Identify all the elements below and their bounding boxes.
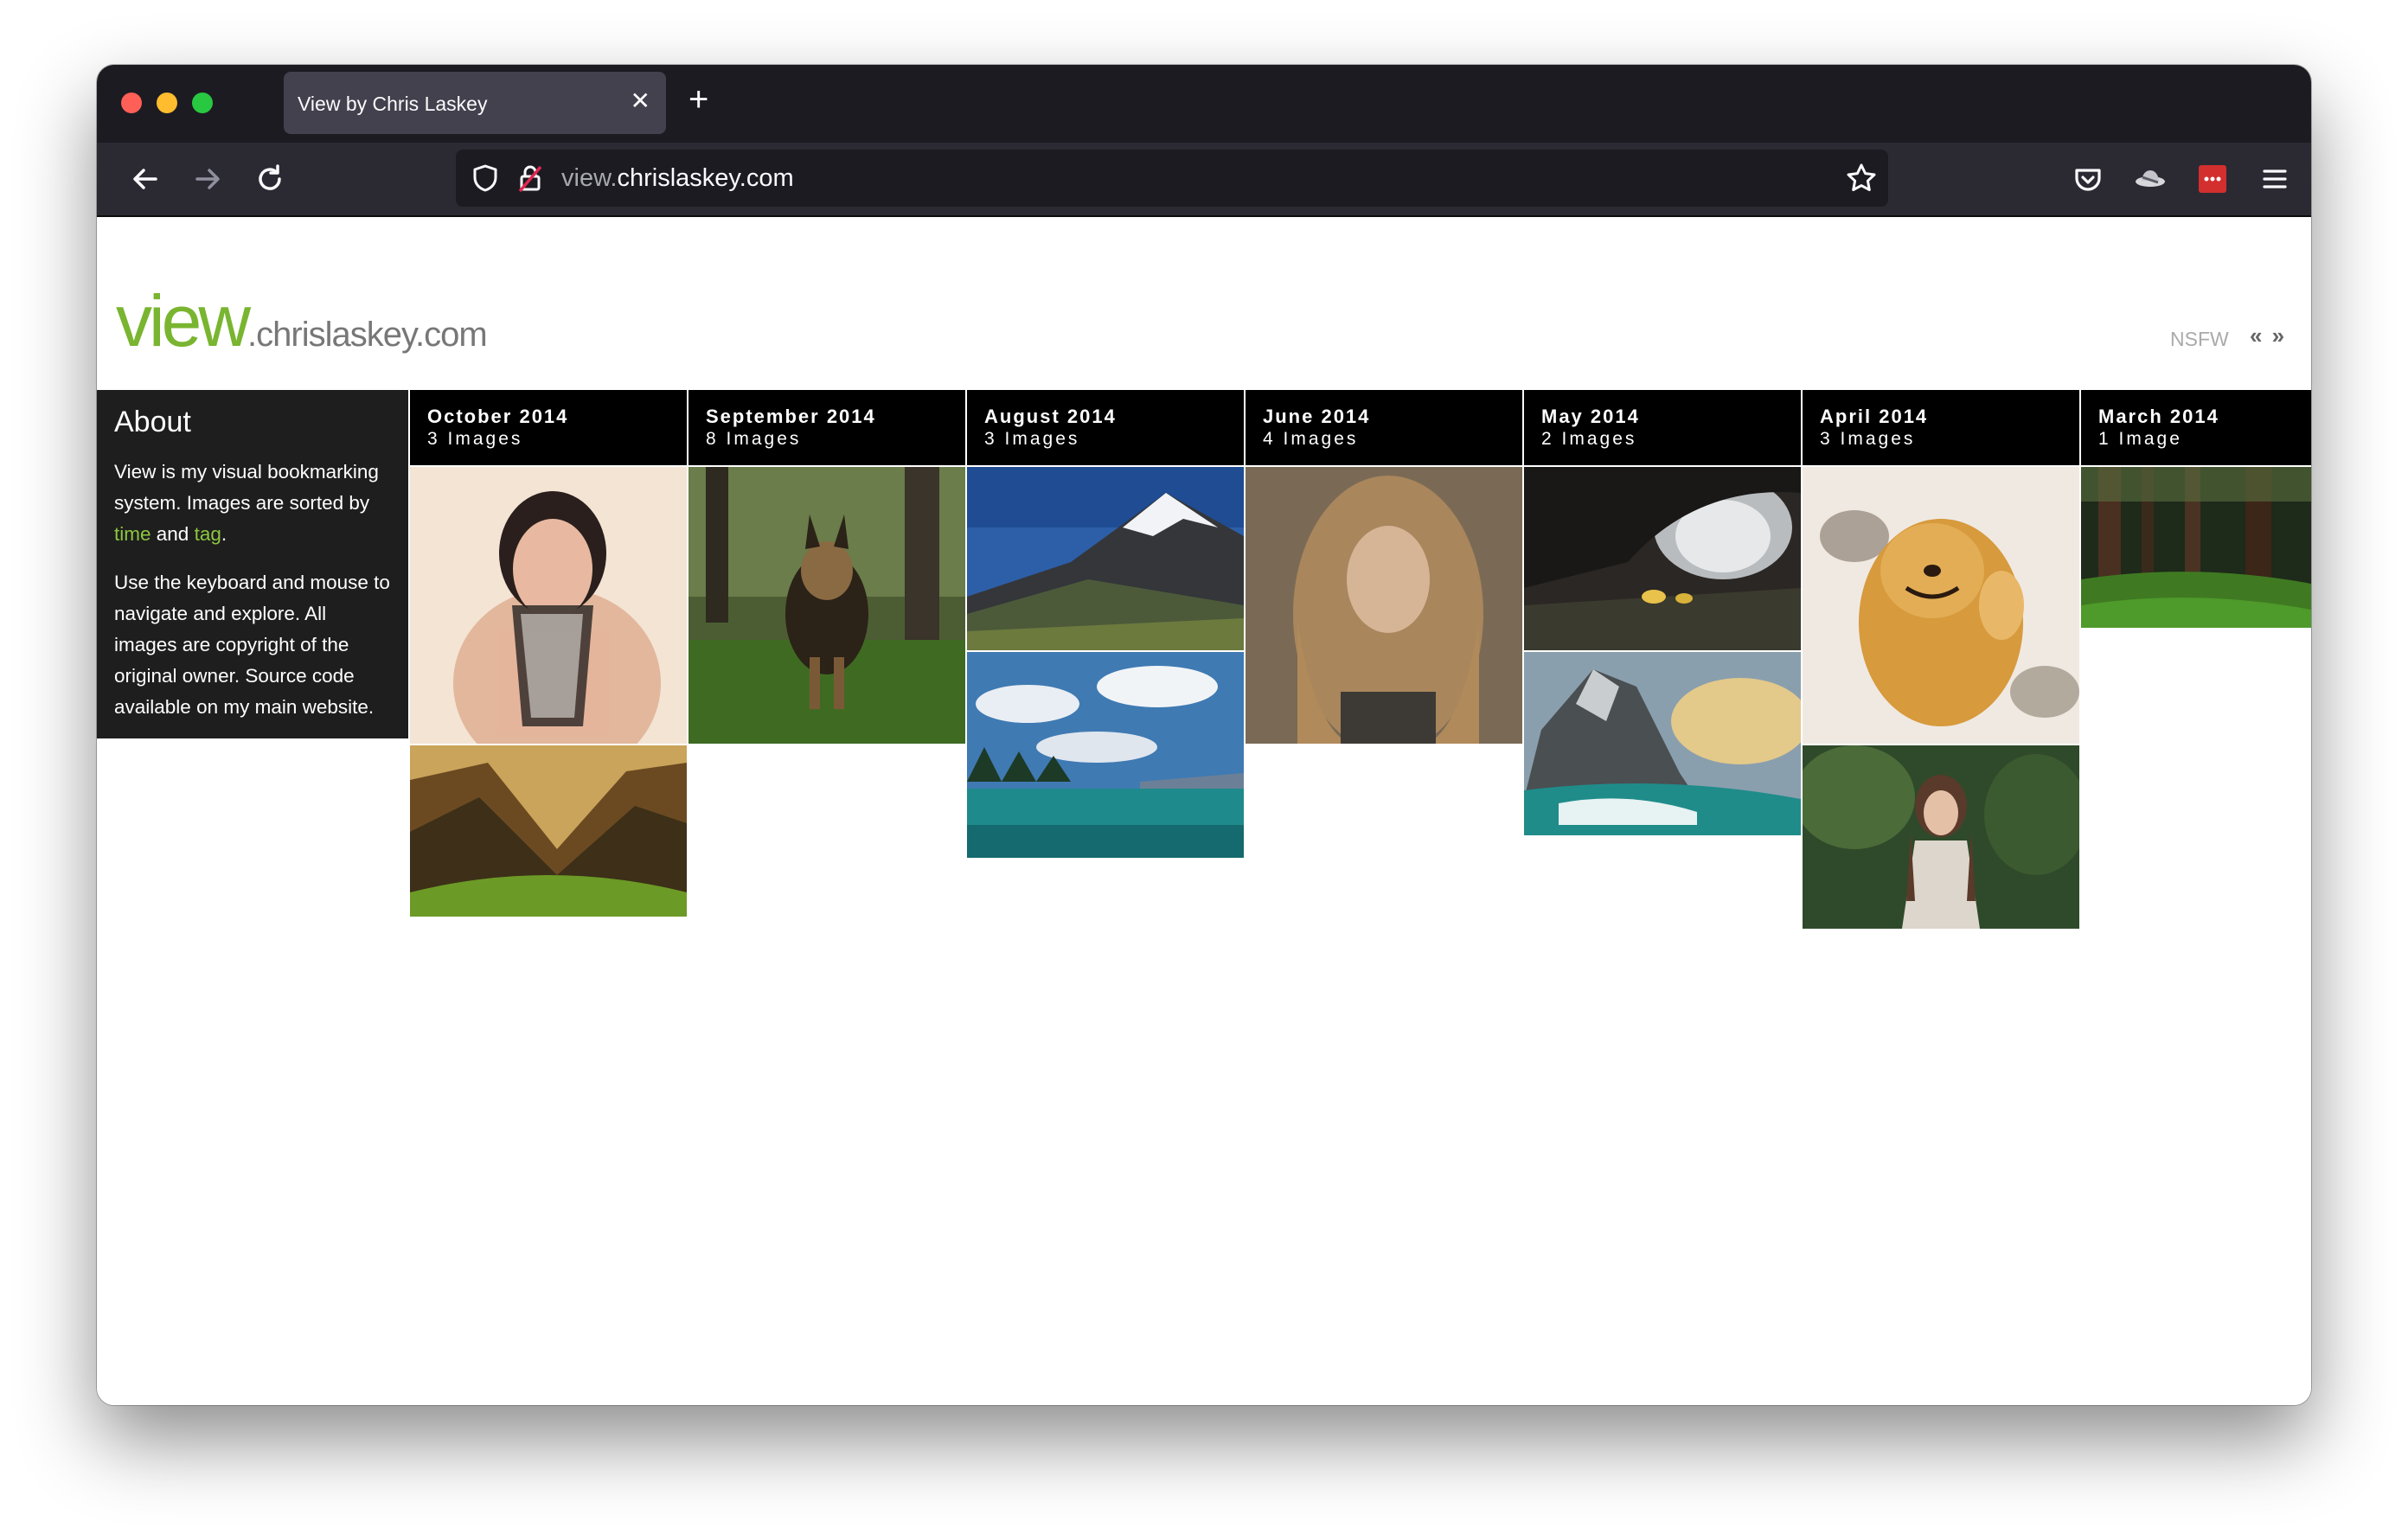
time-link[interactable]: time — [114, 523, 151, 545]
image-thumbnail-snowy-peak[interactable] — [967, 467, 1244, 650]
month-column: September 2014 8 Images — [688, 390, 965, 744]
extension-hat-icon[interactable] — [2129, 158, 2171, 200]
image-thumbnail-portrait-blonde[interactable] — [1246, 467, 1522, 744]
minimize-window-button[interactable] — [157, 93, 177, 113]
browser-window: View by Chris Laskey ✕ + view.chrislaske… — [97, 65, 2311, 1405]
site-logo[interactable]: view.chrislaskey.com — [116, 279, 488, 363]
page-navigation-arrows[interactable]: « » — [2250, 323, 2286, 349]
month-column: August 2014 3 Images — [967, 390, 1244, 858]
url-domain: chrislaskey.com — [617, 164, 794, 192]
insecure-lock-icon[interactable] — [515, 163, 546, 194]
month-title: May 2014 — [1541, 406, 1640, 427]
about-panel: About View is my visual bookmarking syst… — [97, 390, 408, 738]
close-tab-icon[interactable]: ✕ — [631, 89, 650, 113]
password-manager-icon[interactable] — [2192, 158, 2233, 200]
image-thumbnail-cave-camp[interactable] — [1524, 467, 1801, 650]
new-tab-icon[interactable]: + — [688, 82, 708, 117]
image-count: 3 Images — [984, 429, 1080, 449]
about-title: About — [114, 406, 191, 438]
logo-main-text: view — [116, 280, 251, 361]
image-thumbnail-golden-retriever[interactable] — [1803, 467, 2079, 744]
image-count: 4 Images — [1263, 429, 1359, 449]
month-header[interactable]: October 2014 3 Images — [410, 390, 687, 465]
bookmark-star-icon[interactable] — [1844, 161, 1879, 195]
forward-arrow-icon[interactable] — [187, 158, 228, 200]
month-title: June 2014 — [1263, 406, 1371, 427]
nsfw-toggle[interactable]: NSFW — [2170, 328, 2229, 351]
about-paragraph-2: Use the keyboard and mouse to navigate a… — [114, 572, 390, 718]
image-thumbnail-redwood-forest[interactable] — [2081, 467, 2311, 628]
image-count: 8 Images — [706, 429, 802, 449]
tab-title: View by Chris Laskey — [298, 93, 488, 115]
month-title: March 2014 — [2098, 406, 2219, 427]
month-column: October 2014 3 Images — [410, 390, 687, 917]
back-arrow-icon[interactable] — [125, 158, 166, 200]
image-count: 2 Images — [1541, 429, 1637, 449]
image-thumbnail-portrait-woman[interactable] — [410, 467, 687, 744]
tracking-shield-icon[interactable] — [470, 163, 501, 194]
image-count: 3 Images — [427, 429, 523, 449]
hamburger-menu-icon[interactable] — [2254, 158, 2296, 200]
month-header[interactable]: August 2014 3 Images — [967, 390, 1244, 465]
about-period-text: . — [221, 523, 227, 545]
about-and-text: and — [150, 523, 195, 545]
month-title: April 2014 — [1820, 406, 1929, 427]
browser-tab[interactable]: View by Chris Laskey ✕ — [284, 72, 666, 134]
about-paragraph-1: View is my visual bookmarking system. Im… — [114, 457, 391, 550]
image-thumbnail-portrait-forest[interactable] — [1803, 745, 2079, 929]
pocket-icon[interactable] — [2067, 158, 2109, 200]
reload-icon[interactable] — [249, 158, 291, 200]
about-intro-text: View is my visual bookmarking system. Im… — [114, 461, 379, 514]
tab-strip: View by Chris Laskey ✕ + — [97, 65, 2311, 143]
month-title: August 2014 — [984, 406, 1117, 427]
month-column: April 2014 3 Images — [1803, 390, 2079, 929]
navigation-bar: view.chrislaskey.com — [97, 143, 2311, 217]
address-bar[interactable]: view.chrislaskey.com — [456, 150, 1888, 207]
month-header[interactable]: April 2014 3 Images — [1803, 390, 2079, 465]
month-header[interactable]: March 2014 1 Image — [2081, 390, 2311, 465]
month-column: May 2014 2 Images — [1524, 390, 1801, 835]
logo-suffix-text: .chrislaskey.com — [247, 316, 488, 354]
month-title: September 2014 — [706, 406, 876, 427]
close-window-button[interactable] — [121, 93, 142, 113]
url-text[interactable]: view.chrislaskey.com — [561, 164, 794, 193]
month-column: March 2014 1 Image — [2081, 390, 2311, 628]
month-title: October 2014 — [427, 406, 569, 427]
month-header[interactable]: May 2014 2 Images — [1524, 390, 1801, 465]
image-count: 1 Image — [2098, 429, 2182, 449]
tag-link[interactable]: tag — [195, 523, 221, 545]
url-subdomain: view. — [561, 164, 618, 192]
image-count: 3 Images — [1820, 429, 1916, 449]
image-thumbnail-mountain-lake[interactable] — [967, 652, 1244, 858]
image-thumbnail-mountain-valley[interactable] — [410, 745, 687, 917]
image-thumbnail-german-shepherd[interactable] — [688, 467, 965, 744]
zoom-window-button[interactable] — [192, 93, 213, 113]
image-thumbnail-ocean-rock[interactable] — [1524, 652, 1801, 835]
month-column: June 2014 4 Images — [1246, 390, 1522, 744]
page-content: view.chrislaskey.com NSFW « » About View… — [97, 217, 2311, 1405]
month-header[interactable]: September 2014 8 Images — [688, 390, 965, 465]
month-header[interactable]: June 2014 4 Images — [1246, 390, 1522, 465]
